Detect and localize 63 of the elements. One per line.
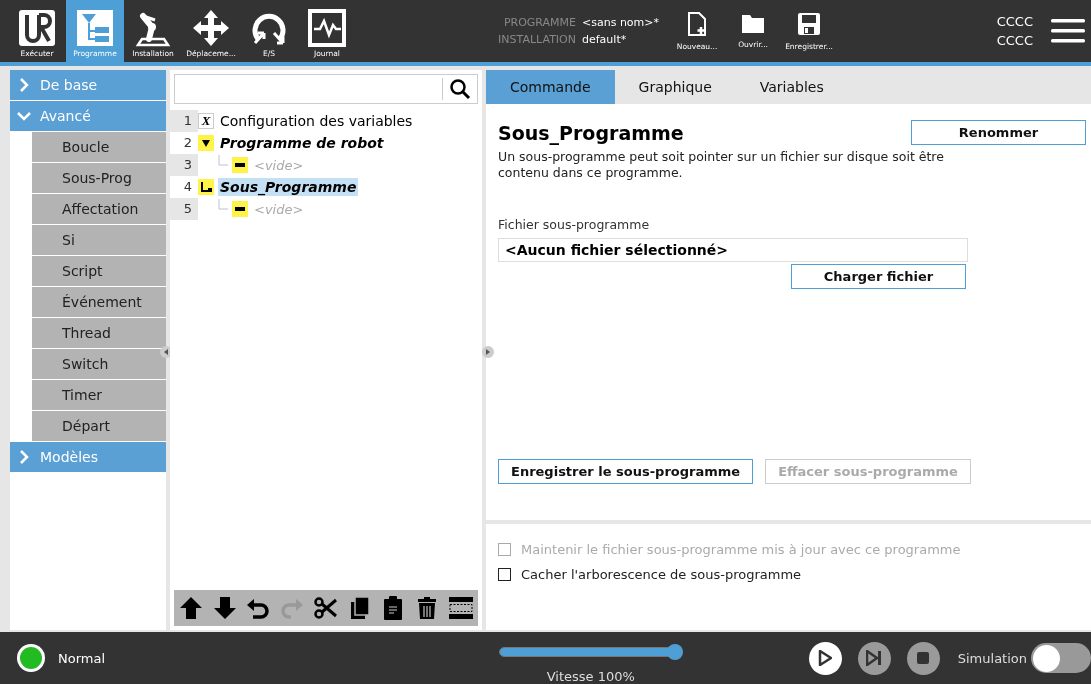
logo-icon xyxy=(18,8,56,47)
move-arrows-icon xyxy=(192,8,230,47)
node-button[interactable]: Si xyxy=(32,225,166,255)
field-label: Fichier sous-programme xyxy=(498,217,651,232)
tab[interactable]: Commande xyxy=(486,70,615,104)
user-label: CCCC xyxy=(996,33,1033,48)
empty-node-icon xyxy=(232,157,248,173)
variable-symbol: X xyxy=(198,113,214,129)
checkbox[interactable] xyxy=(498,568,511,581)
load-file-button[interactable]: Charger fichier xyxy=(791,264,966,289)
panel-title: Sous_Programme xyxy=(498,121,684,144)
new-file-icon xyxy=(687,11,708,36)
scissors-icon[interactable] xyxy=(312,595,339,621)
tree-branch-icon xyxy=(218,199,228,213)
node-button[interactable]: Événement xyxy=(32,287,166,317)
node-button[interactable]: Switch xyxy=(32,349,166,379)
tree-branch-icon xyxy=(218,155,228,169)
subprogram-node-icon xyxy=(198,179,214,195)
tree-node[interactable]: Programme de robot xyxy=(218,134,386,152)
line-number: 4 xyxy=(182,178,193,196)
program-tree-icon xyxy=(76,8,114,47)
suppress-node-icon[interactable] xyxy=(448,595,474,621)
speed-slider[interactable] xyxy=(498,642,683,661)
node-button[interactable]: Script xyxy=(32,256,166,286)
empty-node-icon xyxy=(232,201,248,217)
simulation-toggle[interactable] xyxy=(1031,643,1091,673)
status-indicator-icon xyxy=(16,643,46,673)
stop-icon xyxy=(916,651,931,665)
simulation-label: Simulation xyxy=(957,650,1027,666)
info-label: PROGRAMME xyxy=(502,16,576,29)
user-label: CCCC xyxy=(996,14,1033,29)
tree-node[interactable]: Sous_Programme xyxy=(218,178,359,196)
line-number: 2 xyxy=(182,134,193,152)
play-icon xyxy=(818,650,833,666)
line-number: 5 xyxy=(170,198,198,220)
play-button[interactable] xyxy=(808,641,842,675)
menu-icon[interactable] xyxy=(1051,17,1085,45)
tab[interactable]: Variables xyxy=(735,70,848,104)
info-label: INSTALLATION xyxy=(497,33,576,46)
description-text: Un sous-programme peut soit pointer sur un fichier sur disque soit être contenu dans ce programme. xyxy=(498,149,945,181)
node-button[interactable]: Sous-Prog xyxy=(32,163,166,193)
file-field: <Aucun fichier sélectionné> xyxy=(498,238,968,262)
tree-node[interactable]: Configuration des variables xyxy=(218,112,415,130)
info-value: <sans nom>* xyxy=(582,16,660,29)
node-button[interactable]: Départ xyxy=(32,411,166,441)
rename-button[interactable]: Renommer xyxy=(911,120,1086,145)
status-label: Normal xyxy=(58,650,106,666)
line-number: 3 xyxy=(170,154,198,176)
speed-label: Vitesse 100% xyxy=(546,668,635,684)
tab[interactable]: Graphique xyxy=(614,70,736,104)
checkbox-label: Maintenir le fichier sous-programme mis à jour avec ce programme xyxy=(521,542,961,557)
line-number: 1 xyxy=(170,110,198,132)
search-field[interactable] xyxy=(174,74,478,104)
node-button[interactable]: Affectation xyxy=(32,194,166,224)
log-chart-icon xyxy=(308,8,346,47)
step-icon xyxy=(866,650,883,666)
node-button[interactable]: Timer xyxy=(32,380,166,410)
node-button[interactable]: Thread xyxy=(32,318,166,348)
info-value: default* xyxy=(582,33,627,46)
expand-handle-icon[interactable] xyxy=(482,346,494,358)
action-button[interactable]: Enregistrer le sous-programme xyxy=(498,459,754,484)
checkbox-label: Cacher l'arborescence de sous-programme xyxy=(521,567,802,582)
node-button[interactable]: Boucle xyxy=(32,132,166,162)
